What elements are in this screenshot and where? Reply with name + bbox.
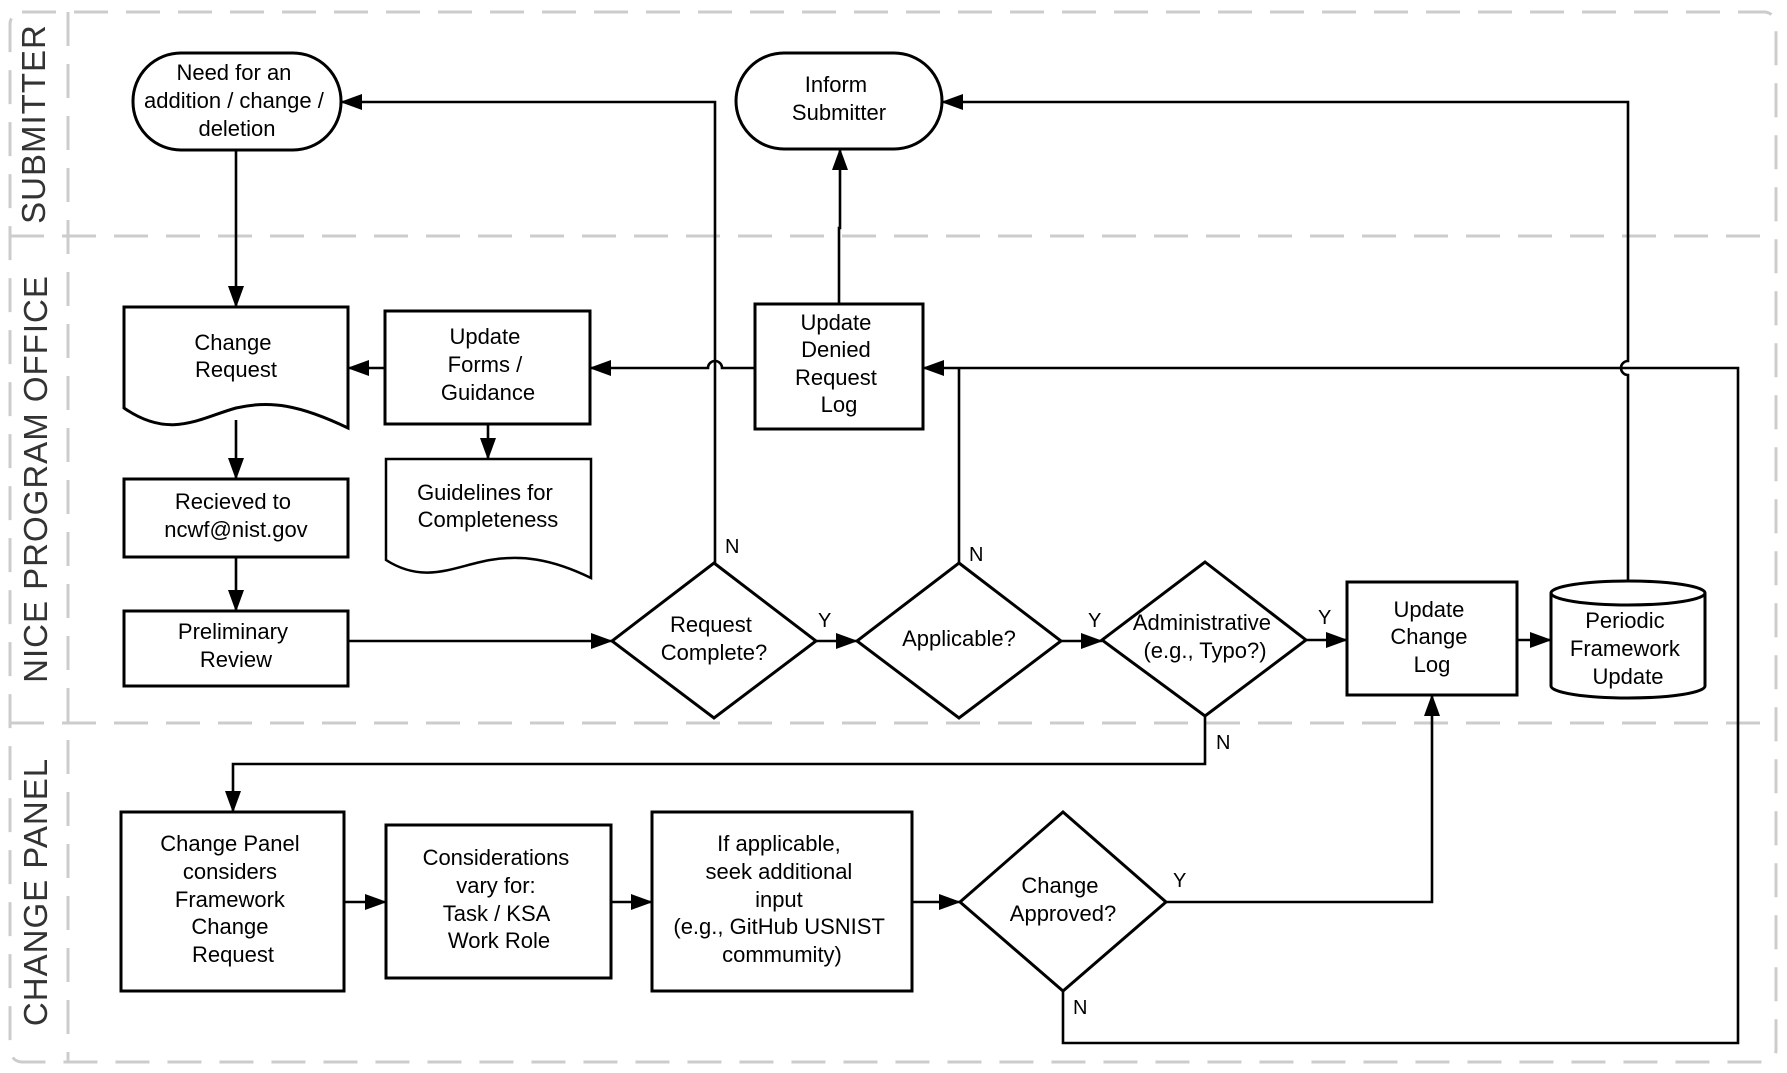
label-approved-no: N <box>1073 997 1087 1019</box>
node-considerations[interactable]: Considerations vary for: Task / KSA Work… <box>384 823 613 980</box>
flowchart-canvas: SUBMITTER NICE PROGRAM OFFICE CHANGE PAN… <box>8 10 1778 1064</box>
edge-update-denied-to-inform <box>832 148 848 304</box>
node-guidelines-for-completeness[interactable]: Guidelines for Completeness <box>384 457 593 581</box>
lane-label-submitter: SUBMITTER <box>15 24 52 224</box>
label-administrative-no: N <box>1216 732 1230 754</box>
node-need-for-change[interactable]: Need for an addition / change / deletion <box>131 51 343 152</box>
node-update-denied-request-log[interactable]: Update Denied Request Log <box>753 302 925 431</box>
node-received-to-email[interactable]: Recieved to ncwf@nist.gov <box>122 477 350 559</box>
node-change-panel-considers[interactable]: Change Panel considers Framework Change … <box>119 810 346 993</box>
edge-administrative-no-to-panel <box>225 716 1207 813</box>
label-approved-yes: Y <box>1173 870 1186 892</box>
database-top <box>1549 579 1707 607</box>
lane-label-change-panel: CHANGE PANEL <box>17 758 54 1026</box>
node-administrative-decision[interactable]: Administrative (e.g., Typo?) <box>1099 560 1309 718</box>
node-update-change-log[interactable]: Update Change Log <box>1345 580 1519 697</box>
node-text: Applicable? <box>902 626 1016 651</box>
label-applicable-no: N <box>969 544 983 566</box>
edge-update-denied-to-update-forms <box>589 359 755 376</box>
node-update-forms-guidance[interactable]: Update Forms / Guidance <box>383 309 592 426</box>
node-seek-additional-input[interactable]: If applicable, seek additional input (e.… <box>650 810 914 993</box>
node-periodic-framework-update[interactable]: Periodic Framework Update <box>1549 579 1707 700</box>
node-request-complete-decision[interactable]: Request Complete? <box>609 561 819 720</box>
node-preliminary-review[interactable]: Preliminary Review <box>122 609 350 688</box>
label-request-complete-yes: Y <box>818 610 831 632</box>
label-administrative-yes: Y <box>1318 607 1331 629</box>
node-inform-submitter[interactable]: Inform Submitter <box>734 51 944 151</box>
node-applicable-decision[interactable]: Applicable? <box>854 561 1064 720</box>
lane-label-nice-program-office: NICE PROGRAM OFFICE <box>17 275 54 683</box>
node-text: Update Forms / Guidance <box>441 324 535 405</box>
nodes: Need for an addition / change / deletion… <box>119 51 1707 993</box>
label-applicable-yes: Y <box>1088 610 1101 632</box>
node-change-approved-decision[interactable]: Change Approved? <box>957 810 1169 993</box>
edge-periodic-to-inform <box>941 94 1630 582</box>
node-change-request[interactable]: Change Request <box>122 305 350 431</box>
label-request-complete-no: N <box>725 536 739 558</box>
